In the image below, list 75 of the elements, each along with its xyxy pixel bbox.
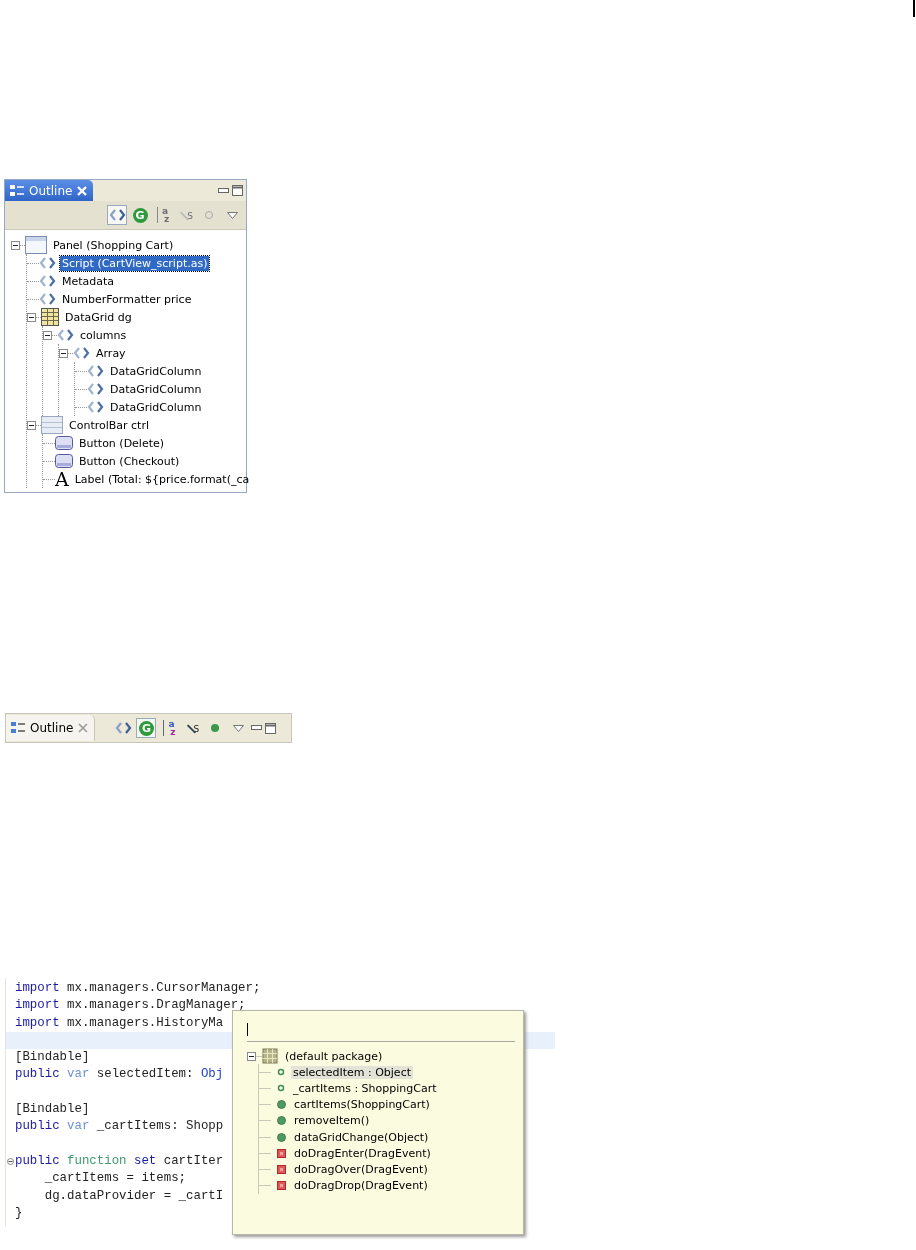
collapse-toggle[interactable] [59,348,68,358]
toolbar-icon [41,416,63,434]
maximize-icon[interactable] [232,185,243,196]
collapse-toggle[interactable] [247,1051,256,1061]
tag-icon [73,347,90,359]
code-line: import mx.managers.DragManager; [15,998,246,1013]
fold-icon[interactable] [7,1156,14,1166]
button-icon [55,436,73,450]
code-line: } [15,1205,23,1220]
view-tab[interactable]: Outline [5,180,94,201]
tree-item[interactable]: _cartItems : ShoppingCart [291,1081,439,1095]
collapse-toggle[interactable] [43,330,52,340]
show-categories-button[interactable]: G [130,205,150,225]
tree-item[interactable]: doDragEnter(DragEvent) [292,1146,433,1160]
grid-icon [41,308,59,326]
code-line: dg.dataProvider = _cartI [43,1188,224,1203]
tree-item[interactable]: columns [78,327,129,343]
tree-item[interactable]: removeItem() [292,1114,372,1128]
close-icon[interactable] [78,723,89,733]
tag-icon [39,293,56,305]
tree-item[interactable]: dataGridChange(Object) [292,1130,431,1144]
dot-icon [204,210,214,220]
tag-icon [87,365,104,377]
code-line: [Bindable] [15,1050,90,1065]
dropdown-icon [232,724,244,732]
tree-item[interactable]: cartItems(ShoppingCart) [292,1098,432,1112]
tree-item[interactable]: ControlBar ctrl [67,417,151,433]
tag-icon [57,329,74,341]
code-line: [Bindable] [15,1102,90,1117]
tree-item[interactable]: Panel (Shopping Cart) [51,237,176,253]
tree-item[interactable]: Button (Checkout) [77,453,182,469]
collapse-toggle[interactable] [11,240,20,250]
tree-item[interactable]: (default package) [283,1049,385,1063]
collapse-toggle[interactable] [27,312,36,322]
tree-item[interactable]: DataGridColumn [108,399,204,415]
tree-item[interactable]: selectedItem : Object [291,1065,413,1079]
tag-icon [108,209,126,221]
outline-icon [11,722,25,734]
tag-icon [87,401,104,413]
tree-item[interactable]: DataGrid dg [63,309,134,325]
tree-item[interactable]: Metadata [60,273,117,289]
collapse-toggle[interactable] [27,420,36,430]
tree-item[interactable]: Array [94,345,128,361]
tree-item[interactable]: Script (CartView_script.as) [60,255,210,271]
tree-item[interactable]: NumberFormatter price [60,291,194,307]
maximize-icon[interactable] [265,722,277,734]
tag-icon [39,257,56,269]
code-line: import mx.managers.HistoryMa [15,1015,224,1030]
dropdown-icon [226,211,238,219]
button-icon [55,454,73,468]
show-tags-button[interactable] [107,205,127,225]
tree-item[interactable]: doDragDrop(DragEvent) [292,1179,430,1193]
code-line: import mx.managers.CursorManager; [15,981,261,995]
panel-icon [25,236,47,254]
dot-icon [210,723,221,733]
tag-icon [87,383,104,395]
tab-label: Outline [30,721,74,735]
minimize-icon[interactable] [251,725,263,731]
tree-item[interactable]: DataGridColumn [108,363,204,379]
code-line: public function set cartIter [15,1153,224,1168]
tree-item[interactable]: Button (Delete) [77,435,167,451]
tag-icon [114,722,132,734]
code-line: public var _cartItems: Shopp [15,1119,224,1134]
tree-item[interactable]: DataGridColumn [108,381,204,397]
tag-icon [39,275,56,287]
code-line: _cartItems = items; [43,1171,187,1186]
minimize-icon[interactable] [218,187,229,194]
tab-label: Outline [29,183,73,198]
package-icon [262,1048,278,1065]
code-line: public var selectedItem: Obj [15,1067,224,1082]
view-tab[interactable]: Outline [6,715,96,741]
tree-item[interactable]: doDragOver(DragEvent) [292,1162,430,1176]
tree-item[interactable]: Label (Total: ${price.format(_ca [72,471,252,487]
outline-icon [10,184,24,197]
letter-icon: A [55,470,69,488]
